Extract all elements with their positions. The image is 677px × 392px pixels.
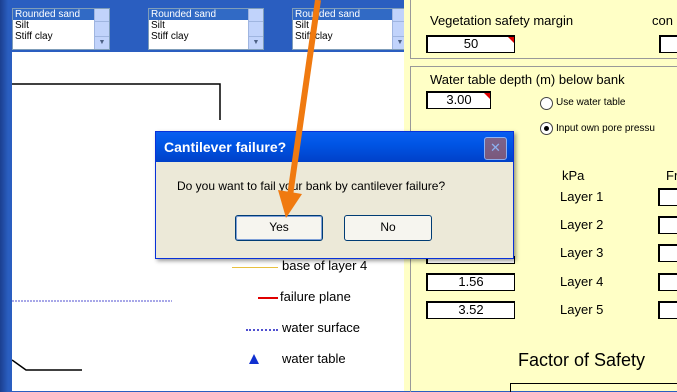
annotation-arrow-icon [278,0,321,218]
